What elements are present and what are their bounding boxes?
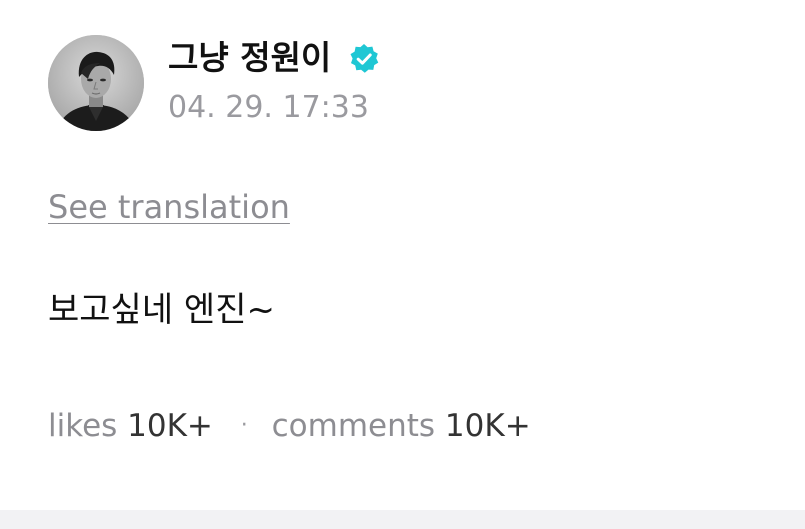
- see-translation-link[interactable]: See translation: [48, 188, 290, 226]
- comments-label[interactable]: comments: [272, 408, 435, 444]
- post-timestamp: 04. 29. 17:33: [168, 90, 369, 125]
- likes-label[interactable]: likes: [48, 408, 117, 444]
- stats-separator: ·: [240, 413, 248, 438]
- avatar[interactable]: [48, 35, 144, 131]
- likes-count[interactable]: 10K+: [127, 408, 213, 444]
- verified-check-icon: [350, 44, 379, 73]
- post-stats: likes 10K+ · comments 10K+: [48, 406, 531, 450]
- post-body-text: 보고싶네 엔진~: [48, 290, 275, 330]
- avatar-photo: [48, 35, 144, 131]
- bottom-divider: [0, 510, 805, 529]
- comments-count[interactable]: 10K+: [445, 408, 531, 444]
- author-name[interactable]: 그냥 정원이: [168, 38, 331, 78]
- post-card: 그냥 정원이 04. 29. 17:33 See translation 보고싶…: [0, 0, 805, 510]
